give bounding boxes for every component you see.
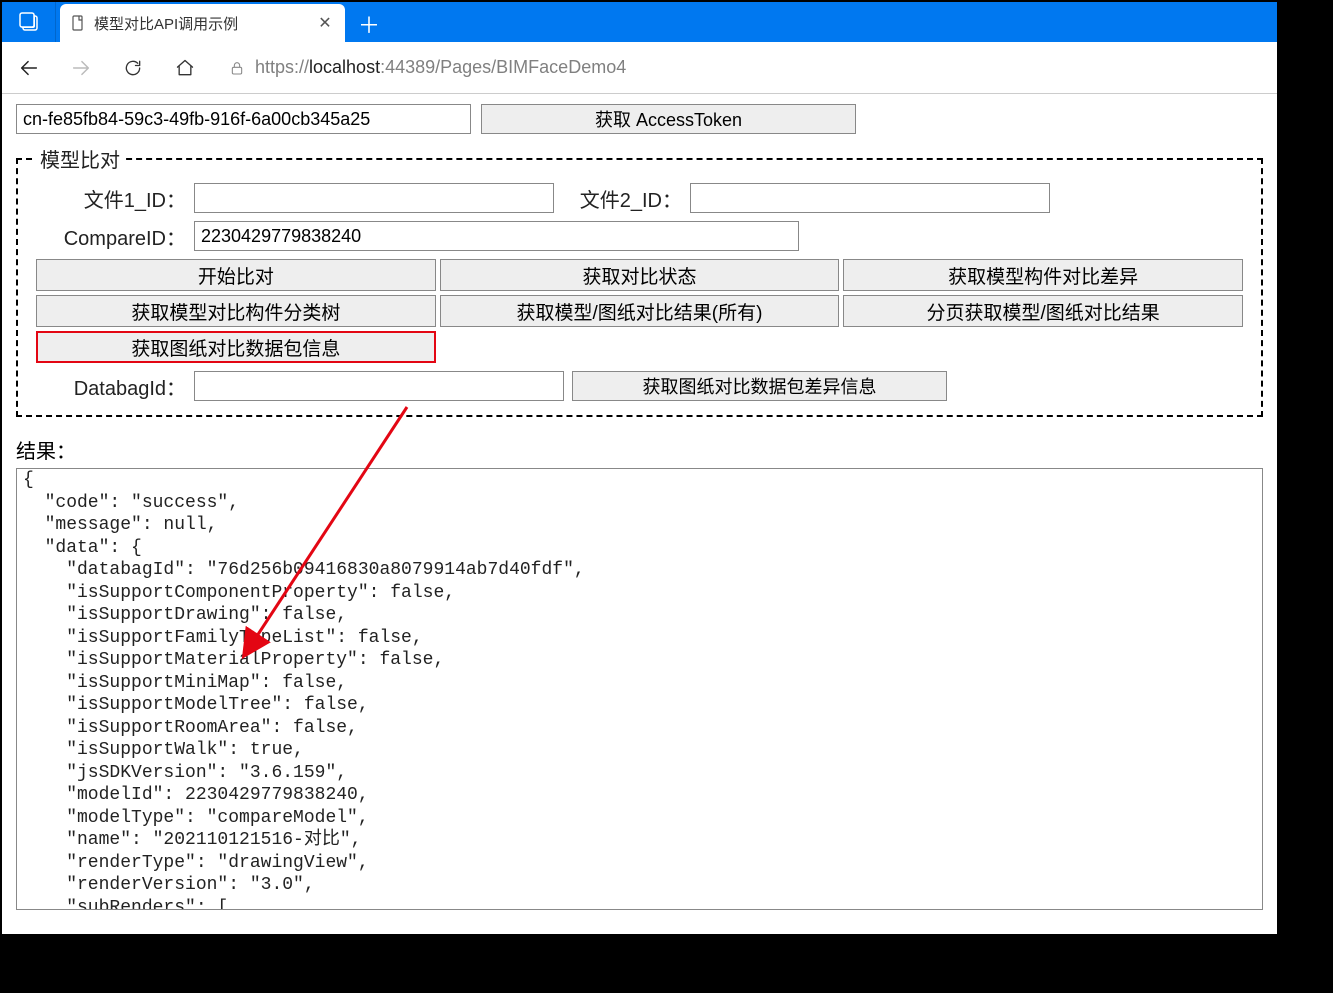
refresh-button[interactable] — [116, 51, 150, 85]
get-model-drawing-compare-all-button[interactable]: 获取模型/图纸对比结果(所有) — [440, 295, 840, 327]
browser-window: 模型对比API调用示例 ✕ ＋ https://localhost:44389/… — [0, 0, 1279, 936]
file2-id-input[interactable] — [690, 183, 1050, 213]
databagid-input[interactable] — [194, 371, 564, 401]
start-compare-button[interactable]: 开始比对 — [36, 259, 436, 291]
lock-icon — [229, 60, 245, 76]
home-icon — [175, 58, 195, 78]
document-icon — [70, 15, 86, 31]
compareid-label: CompareID： — [36, 222, 186, 251]
file1-label: 文件1_ID： — [36, 184, 186, 213]
get-drawing-compare-databag-info-button[interactable]: 获取图纸对比数据包信息 — [36, 331, 436, 363]
titlebar: 模型对比API调用示例 ✕ ＋ — [2, 2, 1277, 42]
address-bar[interactable]: https://localhost:44389/Pages/BIMFaceDem… — [220, 50, 1267, 86]
toolbar: https://localhost:44389/Pages/BIMFaceDem… — [2, 42, 1277, 94]
window-icon — [2, 2, 56, 42]
file2-label: 文件2_ID： — [562, 184, 682, 213]
url-scheme: https:// — [255, 57, 309, 77]
get-compare-status-button[interactable]: 获取对比状态 — [440, 259, 840, 291]
arrow-left-icon — [18, 57, 40, 79]
tabstrip: 模型对比API调用示例 ✕ ＋ — [56, 2, 387, 42]
paged-get-model-drawing-compare-button[interactable]: 分页获取模型/图纸对比结果 — [843, 295, 1243, 327]
refresh-icon — [123, 58, 143, 78]
home-button[interactable] — [168, 51, 202, 85]
url-rest: :44389/Pages/BIMFaceDemo4 — [380, 57, 626, 77]
url-text: https://localhost:44389/Pages/BIMFaceDem… — [255, 57, 626, 78]
result-textarea[interactable]: { "code": "success", "message": null, "d… — [16, 468, 1263, 910]
url-host: localhost — [309, 57, 380, 77]
databagid-label: DatabagId： — [36, 372, 186, 401]
fieldset-legend: 模型比对 — [36, 144, 124, 173]
compare-fieldset: 模型比对 文件1_ID： 文件2_ID： CompareID： 开始比对 获取对… — [16, 144, 1263, 417]
result-label: 结果： — [16, 435, 1263, 464]
page-content: 获取 AccessToken 模型比对 文件1_ID： 文件2_ID： Comp… — [2, 94, 1277, 920]
access-token-input[interactable] — [16, 104, 471, 134]
browser-tab[interactable]: 模型对比API调用示例 ✕ — [60, 4, 345, 42]
get-model-compare-component-tree-button[interactable]: 获取模型对比构件分类树 — [36, 295, 436, 327]
get-access-token-button[interactable]: 获取 AccessToken — [481, 104, 856, 134]
compareid-input[interactable] — [194, 221, 799, 251]
file1-id-input[interactable] — [194, 183, 554, 213]
tab-title: 模型对比API调用示例 — [94, 13, 307, 34]
new-tab-button[interactable]: ＋ — [351, 6, 387, 42]
arrow-right-icon — [70, 57, 92, 79]
get-model-component-diff-button[interactable]: 获取模型构件对比差异 — [843, 259, 1243, 291]
get-drawing-compare-databag-diff-button[interactable]: 获取图纸对比数据包差异信息 — [572, 371, 947, 401]
close-tab-icon[interactable]: ✕ — [315, 13, 335, 33]
tabs-icon — [19, 12, 39, 32]
back-button[interactable] — [12, 51, 46, 85]
forward-button[interactable] — [64, 51, 98, 85]
